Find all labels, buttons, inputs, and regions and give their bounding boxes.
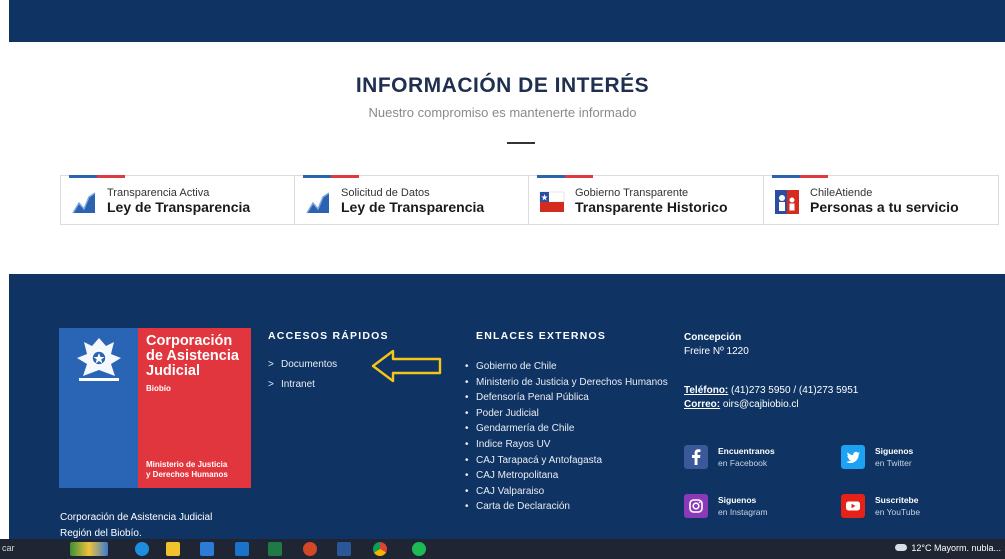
title-divider [507, 142, 535, 144]
quick-link-label: Documentos [281, 359, 338, 370]
social-instagram[interactable]: Siguenos en Instagram [684, 494, 824, 522]
card-accent-stripe [537, 175, 593, 178]
chevron-right-icon: > [268, 359, 274, 370]
external-link[interactable]: CAJ Tarapacá y Antofagasta [464, 453, 676, 469]
footer-org-line1: Corporación de Asistencia Judicial [60, 512, 213, 523]
section-subtitle: Nuestro compromiso es mantenerte informa… [368, 105, 637, 120]
taskbar-search-fragment[interactable]: car [2, 543, 15, 553]
card-small-label: Gobierno Transparente [575, 187, 689, 199]
external-links-title: ENLACES EXTERNOS [476, 330, 607, 342]
footer-organization: Corporación de Asistencia Judicial Regió… [60, 510, 212, 539]
phone-value[interactable]: (41)273 5950 / (41)273 5951 [728, 385, 858, 396]
card-accent-stripe [69, 175, 125, 178]
site-footer: Corporación de Asistencia Judicial Biobí… [9, 274, 1005, 539]
chevron-right-icon: > [268, 379, 274, 390]
external-link[interactable]: Gobierno de Chile [464, 359, 676, 375]
store-icon[interactable] [200, 542, 214, 556]
external-link[interactable]: Poder Judicial [464, 406, 676, 422]
social-subtitle: en Twitter [875, 458, 912, 468]
phone-label: Teléfono: [684, 385, 729, 396]
chrome-icon[interactable] [373, 542, 387, 556]
card-big-label: Ley de Transparencia [341, 199, 485, 215]
spotify-icon[interactable] [412, 542, 426, 556]
taskbar-widget-icon[interactable] [70, 542, 108, 556]
external-link[interactable]: Ministerio de Justicia y Derechos Humano… [464, 375, 676, 391]
caj-logo[interactable]: Corporación de Asistencia Judicial Biobí… [59, 328, 251, 488]
quick-link-documentos[interactable]: > Documentos [268, 355, 337, 375]
quick-link-intranet[interactable]: > Intranet [268, 375, 337, 395]
cloud-icon [895, 544, 908, 551]
instagram-icon [684, 494, 708, 518]
card-accent-stripe [772, 175, 828, 178]
contact-info: Concepción Freire Nº 1220 Teléfono: (41)… [684, 331, 858, 410]
contact-email: Correo: oirs@cajbiobio.cl [684, 397, 799, 412]
card-small-label: Solicitud de Datos [341, 187, 430, 199]
logo-blue-panel [59, 328, 138, 488]
external-link[interactable]: Indice Rayos UV [464, 437, 676, 453]
contact-city: Concepción [684, 332, 742, 343]
chile-flag-icon [539, 191, 565, 212]
contact-phone: Teléfono: (41)273 5950 / (41)273 5951 [684, 383, 858, 398]
taskbar-weather[interactable]: 12°C Mayorm. nubla... [895, 543, 1001, 553]
top-navigation-bar [9, 0, 1005, 42]
quick-link-label: Intranet [281, 379, 315, 390]
card-big-label: Transparente Historico [575, 199, 728, 215]
social-facebook[interactable]: Encuentranos en Facebook [684, 445, 824, 473]
logo-region: Biobío [146, 384, 171, 393]
external-link[interactable]: Carta de Declaración [464, 499, 676, 515]
edge-browser-icon[interactable] [135, 542, 149, 556]
arrow-left-icon [371, 349, 442, 383]
coat-of-arms-icon [77, 338, 121, 381]
logo-title: Corporación de Asistencia Judicial [146, 333, 239, 379]
card-chileatiende[interactable]: ChileAtiende Personas a tu servicio [763, 175, 999, 225]
quick-access-title: ACCESOS RÁPIDOS [268, 330, 389, 342]
email-value[interactable]: oirs@cajbiobio.cl [720, 399, 799, 410]
facebook-icon [684, 445, 708, 469]
os-taskbar: car 12°C Mayorm. nubla... [0, 539, 1005, 559]
footer-org-line2: Región del Biobío. [60, 528, 142, 539]
card-small-label: Transparencia Activa [107, 187, 210, 199]
external-link[interactable]: CAJ Valparaiso [464, 484, 676, 500]
social-title: Encuentranos [718, 446, 775, 456]
card-big-label: Personas a tu servicio [810, 199, 959, 215]
external-link[interactable]: Gendarmería de Chile [464, 421, 676, 437]
external-links-list: Gobierno de Chile Ministerio de Justicia… [464, 359, 676, 515]
email-label: Correo: [684, 399, 721, 410]
quick-access-list: > Documentos > Intranet [268, 355, 337, 395]
logo-ministry-line2: y Derechos Humanos [146, 470, 228, 479]
card-transparencia-activa[interactable]: Transparencia Activa Ley de Transparenci… [60, 175, 296, 225]
section-title: INFORMACIÓN DE INTERÉS [355, 74, 650, 97]
social-youtube[interactable]: Suscritebe en YouTube [841, 494, 981, 522]
contact-address: Freire Nº 1220 [684, 346, 749, 357]
external-link[interactable]: CAJ Metropolitana [464, 468, 676, 484]
weather-text: 12°C Mayorm. nubla... [911, 543, 1001, 553]
word-icon[interactable] [337, 542, 351, 556]
mail-icon[interactable] [235, 542, 249, 556]
social-subtitle: en Facebook [718, 458, 768, 468]
social-twitter[interactable]: Siguenos en Twitter [841, 445, 981, 473]
card-accent-stripe [303, 175, 359, 178]
logo-ministry-line1: Ministerio de Justicia [146, 460, 228, 469]
social-title: Siguenos [718, 495, 757, 505]
social-title: Siguenos [875, 446, 914, 456]
social-title: Suscritebe [875, 495, 919, 505]
social-subtitle: en YouTube [875, 507, 921, 517]
logo-red-panel: Corporación de Asistencia Judicial Biobí… [138, 328, 251, 488]
card-gobierno-transparente[interactable]: Gobierno Transparente Transparente Histo… [528, 175, 764, 225]
file-explorer-icon[interactable] [166, 542, 180, 556]
card-big-label: Ley de Transparencia [107, 199, 251, 215]
external-link-label: Ministerio de Justicia y Derechos Humano… [476, 376, 668, 388]
transparency-icon [72, 192, 96, 214]
card-small-label: ChileAtiende [810, 187, 873, 199]
youtube-icon [841, 494, 865, 518]
twitter-icon [841, 445, 865, 469]
powerpoint-icon[interactable] [303, 542, 317, 556]
external-link[interactable]: Defensoría Penal Pública [464, 390, 676, 406]
excel-icon[interactable] [268, 542, 282, 556]
logo-ministry: Ministerio de Justicia y Derechos Humano… [146, 460, 228, 480]
transparency-icon [306, 192, 330, 214]
chileatiende-icon [775, 190, 799, 214]
social-subtitle: en Instagram [718, 507, 768, 517]
card-solicitud-datos[interactable]: Solicitud de Datos Ley de Transparencia [294, 175, 530, 225]
